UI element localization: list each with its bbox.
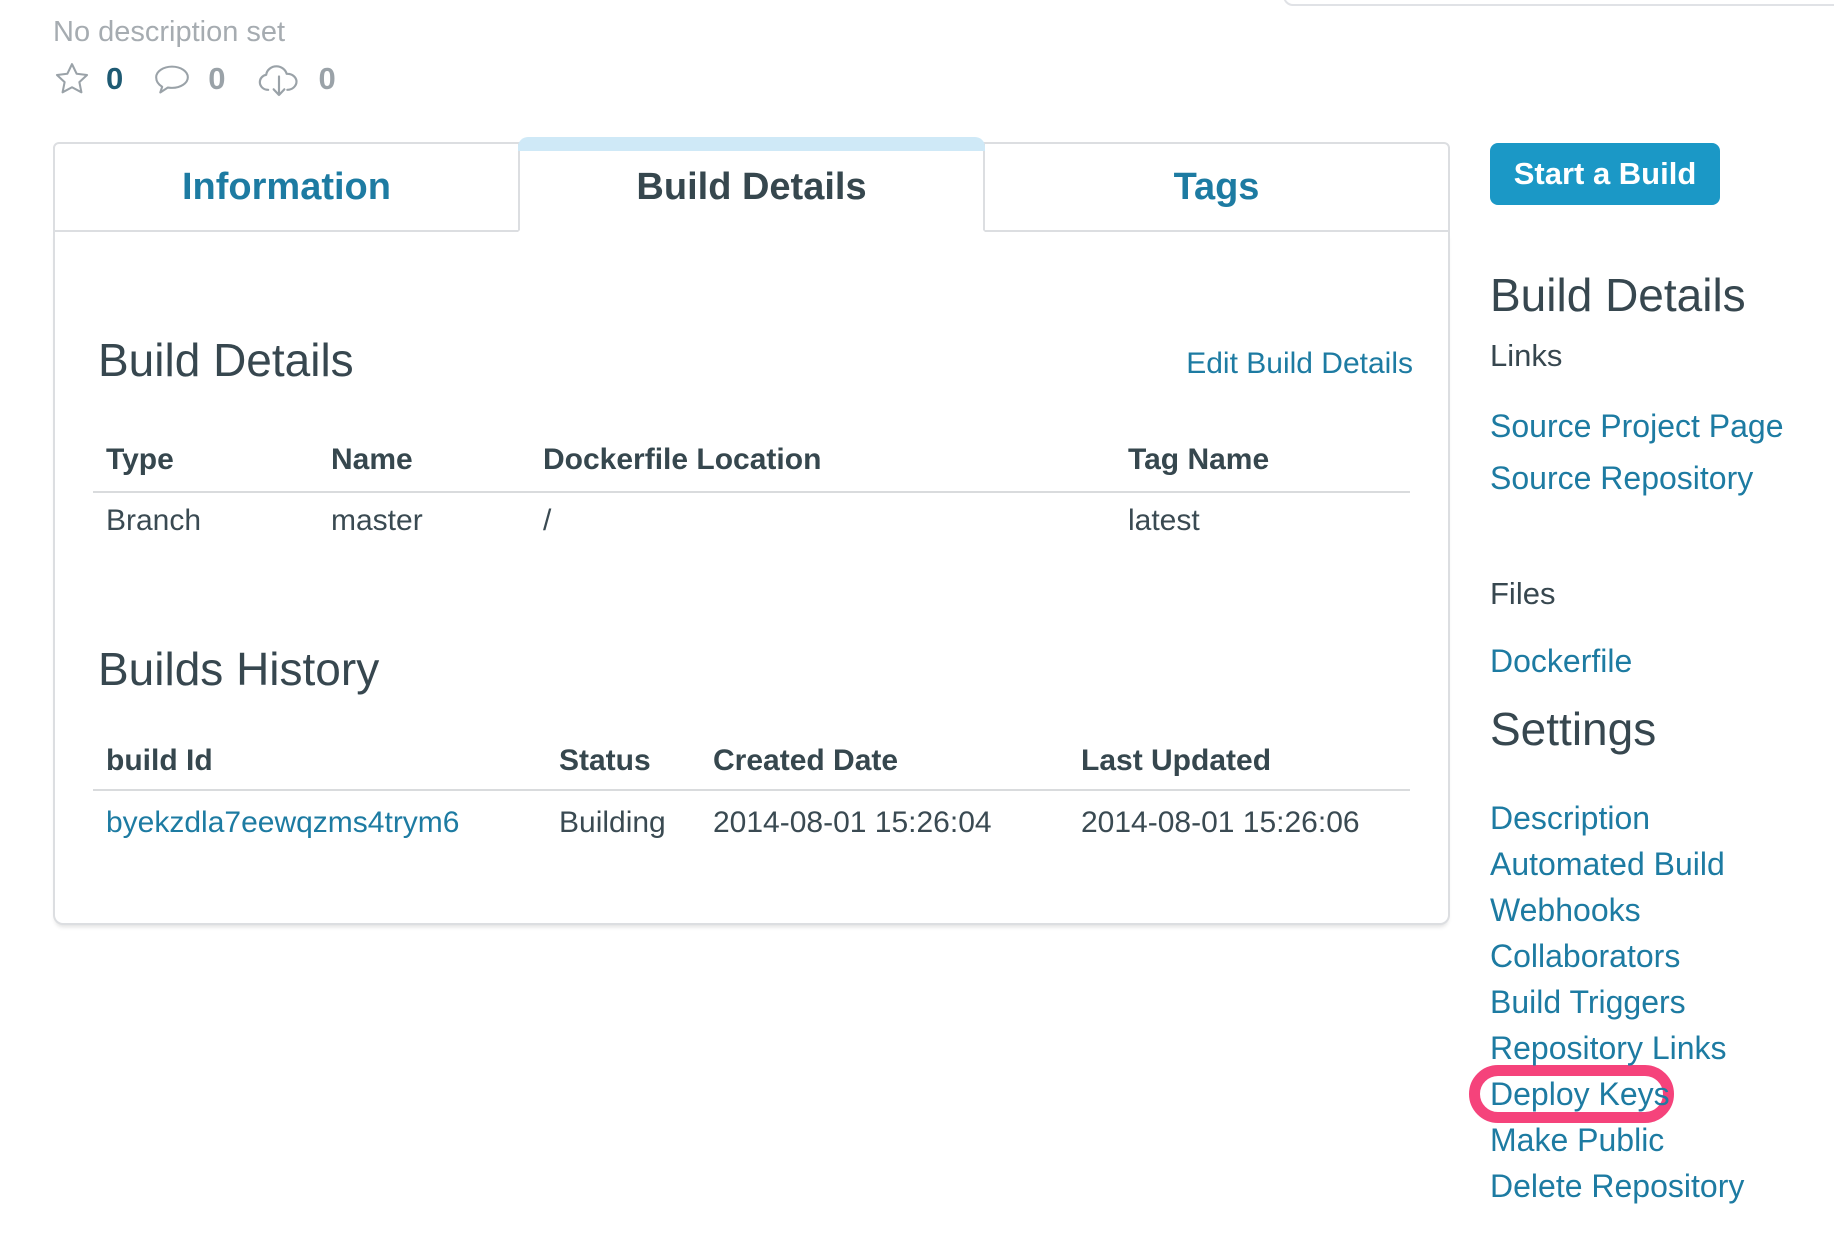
start-build-button[interactable]: Start a Build	[1490, 143, 1720, 205]
list-item: Webhooks	[1490, 887, 1744, 933]
star-icon	[53, 60, 91, 98]
sidebar-settings-heading: Settings	[1490, 706, 1656, 752]
list-item-highlighted: Deploy Keys	[1490, 1071, 1744, 1117]
sidebar-item-dockerfile[interactable]: Dockerfile	[1490, 645, 1632, 677]
build-type-cell: Branch	[106, 506, 201, 536]
last-updated-cell: 2014-08-01 15:26:06	[1081, 808, 1360, 838]
star-count: 0	[106, 61, 123, 97]
dockerfile-location-cell: /	[543, 506, 551, 536]
sidebar-item-build-triggers[interactable]: Build Triggers	[1490, 986, 1686, 1018]
tab-label: Information	[182, 166, 391, 209]
column-header-created-date: Created Date	[713, 746, 898, 776]
search-box-fragment	[1283, 0, 1834, 6]
sidebar-item-source-project-page[interactable]: Source Project Page	[1490, 410, 1784, 442]
comment-count: 0	[208, 61, 225, 97]
column-header-dockerfile-location: Dockerfile Location	[543, 445, 821, 475]
table-divider	[93, 491, 1410, 493]
tag-name-cell: latest	[1128, 506, 1200, 536]
sidebar-item-deploy-keys[interactable]: Deploy Keys	[1490, 1078, 1670, 1110]
list-item: Collaborators	[1490, 933, 1744, 979]
sidebar-item-automated-build[interactable]: Automated Build	[1490, 848, 1725, 880]
comments-stat: 0	[151, 60, 225, 98]
column-header-build-id: build Id	[106, 746, 213, 776]
comment-icon	[151, 60, 193, 98]
stars-stat: 0	[53, 60, 123, 98]
tab-label: Tags	[1174, 166, 1260, 209]
build-id-link[interactable]: byekzdla7eewqzms4trym6	[106, 808, 459, 838]
sidebar-build-details-heading: Build Details	[1490, 272, 1746, 318]
table-divider	[93, 789, 1410, 791]
sidebar-files-label: Files	[1490, 578, 1555, 609]
build-details-title: Build Details	[98, 337, 354, 383]
tab-label: Build Details	[636, 166, 866, 209]
column-header-type: Type	[106, 445, 174, 475]
edit-build-details-link[interactable]: Edit Build Details	[1186, 347, 1413, 381]
list-item: Description	[1490, 795, 1744, 841]
sidebar-item-description[interactable]: Description	[1490, 802, 1650, 834]
sidebar-item-delete-repository[interactable]: Delete Repository	[1490, 1170, 1744, 1202]
download-count: 0	[319, 61, 336, 97]
tab-tags[interactable]: Tags	[983, 142, 1450, 232]
tab-bar: Information Build Details Tags	[53, 142, 1450, 232]
list-item: Build Triggers	[1490, 979, 1744, 1025]
builds-history-title: Builds History	[98, 646, 379, 692]
column-header-tag-name: Tag Name	[1128, 445, 1269, 475]
active-tab-indicator	[518, 137, 985, 151]
list-item: Delete Repository	[1490, 1163, 1744, 1209]
list-item: Repository Links	[1490, 1025, 1744, 1071]
column-header-name: Name	[331, 445, 413, 475]
build-details-panel: Build Details Edit Build Details Type Na…	[53, 232, 1450, 925]
column-header-last-updated: Last Updated	[1081, 746, 1271, 776]
sidebar-item-webhooks[interactable]: Webhooks	[1490, 894, 1641, 926]
build-status-cell: Building	[559, 808, 666, 838]
sidebar-links-label: Links	[1490, 340, 1562, 371]
repo-description: No description set	[53, 16, 285, 49]
created-date-cell: 2014-08-01 15:26:04	[713, 808, 992, 838]
sidebar-item-collaborators[interactable]: Collaborators	[1490, 940, 1680, 972]
download-cloud-icon	[254, 59, 304, 99]
tab-information[interactable]: Information	[53, 142, 520, 232]
sidebar-item-repository-links[interactable]: Repository Links	[1490, 1032, 1727, 1064]
downloads-stat: 0	[254, 59, 336, 99]
settings-list: Description Automated Build Webhooks Col…	[1490, 795, 1744, 1209]
list-item: Automated Build	[1490, 841, 1744, 887]
repository-page: No description set 0 0 0	[0, 0, 1834, 1240]
sidebar-item-make-public[interactable]: Make Public	[1490, 1124, 1664, 1156]
sidebar-item-source-repository[interactable]: Source Repository	[1490, 462, 1753, 494]
repo-stats: 0 0 0	[53, 56, 364, 102]
column-header-status: Status	[559, 746, 651, 776]
list-item: Make Public	[1490, 1117, 1744, 1163]
build-name-cell: master	[331, 506, 423, 536]
tab-build-details[interactable]: Build Details	[518, 142, 985, 232]
